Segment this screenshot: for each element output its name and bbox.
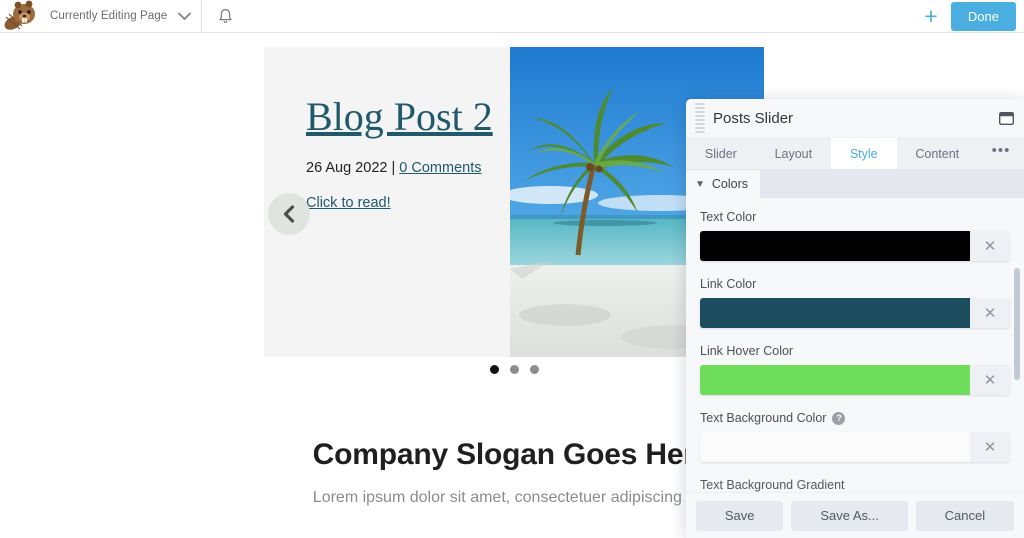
field-link-color: Link Color ✕ (700, 277, 1010, 328)
tab-layout[interactable]: Layout (756, 138, 831, 169)
clear-link-color-button[interactable]: ✕ (970, 298, 1010, 328)
post-meta-separator: | (387, 160, 400, 177)
link-color-label: Link Color (700, 277, 757, 291)
done-button[interactable]: Done (950, 1, 1016, 31)
tab-more-options[interactable]: ••• (978, 138, 1024, 169)
slider-prev-button[interactable] (268, 193, 310, 235)
field-label: Link Color (700, 277, 1010, 291)
post-title-link[interactable]: Blog Post 2 (306, 94, 493, 139)
field-label: Text Background Color ? (700, 411, 1010, 425)
panel-title: Posts Slider (713, 109, 794, 127)
tab-content[interactable]: Content (897, 138, 979, 169)
chevron-left-icon (283, 205, 295, 223)
slider-dot-3[interactable] (529, 365, 539, 374)
module-settings-panel[interactable]: Posts Slider Slider Layout Style Content… (686, 99, 1024, 538)
panel-body: Text Color ✕ Link Color ✕ Link Hover Col… (686, 198, 1024, 538)
link-color-picker[interactable]: ✕ (700, 298, 1010, 328)
clear-text-background-color-button[interactable]: ✕ (970, 432, 1010, 462)
drag-handle-icon[interactable] (691, 103, 709, 133)
panel-scrollbar-thumb[interactable] (1014, 268, 1020, 380)
clear-text-color-button[interactable]: ✕ (970, 231, 1010, 261)
help-icon[interactable]: ? (832, 411, 846, 425)
panel-header[interactable]: Posts Slider (686, 99, 1024, 138)
post-read-more-link[interactable]: Click to read! (306, 195, 391, 211)
text-background-color-swatch[interactable] (700, 432, 970, 462)
post-date: 26 Aug 2022 (306, 160, 388, 177)
field-label-text-background-gradient: Text Background Gradient (700, 478, 845, 492)
save-button[interactable]: Save (696, 500, 784, 531)
chevron-down-icon[interactable] (167, 0, 201, 32)
plus-icon[interactable]: + (911, 0, 951, 32)
panel-footer: Save Save As... Cancel (686, 492, 1024, 538)
field-label: Link Hover Color (700, 344, 1010, 358)
slider-dot-1[interactable] (489, 365, 499, 374)
field-text-background-color: Text Background Color ? ✕ (700, 411, 1010, 462)
clear-link-hover-color-button[interactable]: ✕ (970, 365, 1010, 395)
text-color-swatch[interactable] (700, 231, 970, 261)
tab-slider[interactable]: Slider (686, 138, 756, 169)
admin-bar: Currently Editing Page + Done (0, 0, 1024, 33)
text-background-color-picker[interactable]: ✕ (700, 432, 1010, 462)
panel-section-bar: ▼ Colors (686, 170, 1024, 198)
tab-style[interactable]: Style (830, 138, 897, 169)
dock-window-icon[interactable] (998, 111, 1015, 125)
text-color-picker[interactable]: ✕ (700, 231, 1010, 261)
section-colors-label: Colors (711, 177, 749, 191)
link-hover-color-picker[interactable]: ✕ (700, 365, 1010, 395)
link-hover-color-swatch[interactable] (700, 365, 970, 395)
bell-icon[interactable] (202, 0, 248, 32)
panel-tab-bar[interactable]: Slider Layout Style Content ••• (686, 138, 1024, 170)
text-color-label: Text Color (700, 210, 757, 224)
cancel-button[interactable]: Cancel (915, 500, 1014, 531)
field-link-hover-color: Link Hover Color ✕ (700, 344, 1010, 395)
chevron-down-icon: ▼ (695, 178, 705, 190)
beaver-logo-icon[interactable] (2, 0, 42, 33)
currently-editing-label: Currently Editing Page (50, 10, 168, 22)
field-label: Text Color (700, 210, 1010, 224)
slider-post-text: Blog Post 2 26 Aug 2022 | 0 Comments Cli… (306, 95, 506, 212)
text-background-color-label: Text Background Color (700, 411, 827, 425)
link-color-swatch[interactable] (700, 298, 970, 328)
section-colors[interactable]: ▼ Colors (686, 170, 761, 198)
save-as-button[interactable]: Save As... (791, 500, 908, 531)
post-comments-link[interactable]: 0 Comments (399, 160, 481, 176)
field-text-color: Text Color ✕ (700, 210, 1010, 261)
link-hover-color-label: Link Hover Color (700, 344, 794, 358)
post-meta: 26 Aug 2022 | 0 Comments (306, 158, 506, 179)
slider-dot-2[interactable] (509, 365, 519, 374)
